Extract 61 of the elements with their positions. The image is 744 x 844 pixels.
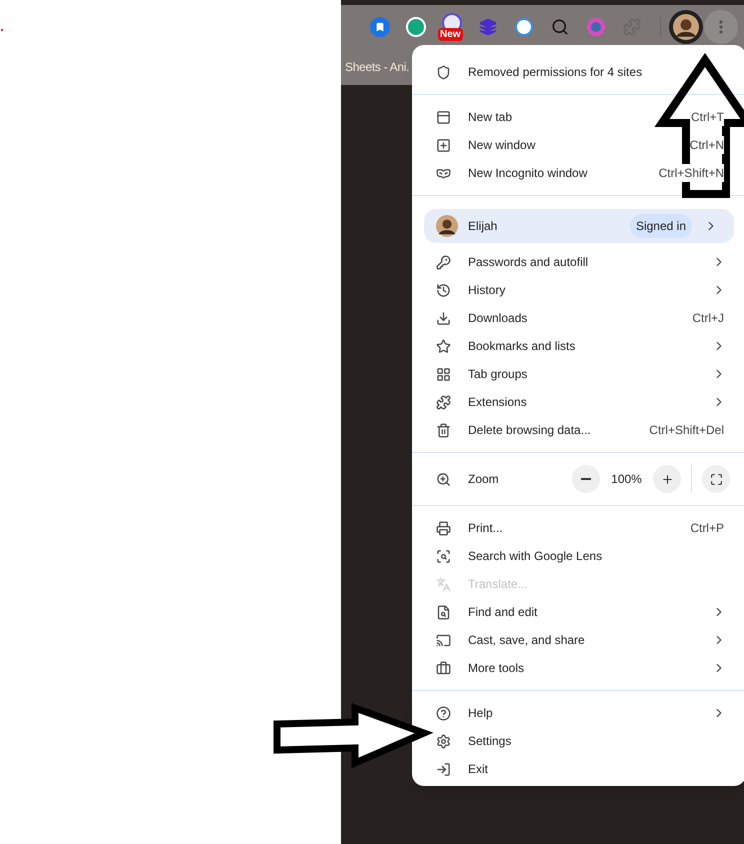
menu-item[interactable]: Extensions (432, 388, 744, 416)
menu-item[interactable]: Exit (432, 755, 744, 783)
grid-icon (436, 366, 451, 382)
menu-item[interactable]: New Incognito window Ctrl+Shift+N (432, 159, 744, 187)
menu-item[interactable]: Tab groups (432, 360, 744, 388)
zoom-label: Zoom (468, 471, 499, 488)
zoom-out-button[interactable] (572, 465, 600, 493)
menu-item[interactable]: Settings (432, 727, 744, 755)
color-ring-icon[interactable] (587, 18, 605, 36)
translate-icon (436, 576, 451, 592)
menu-item[interactable]: New tab Ctrl+T (432, 103, 744, 131)
menu-item[interactable]: Passwords and autofill (432, 248, 744, 276)
menu-item[interactable]: Find and edit (432, 598, 744, 626)
menu-item[interactable]: Cast, save, and share (432, 626, 744, 654)
new-badge: New (438, 28, 463, 40)
fullscreen-icon (710, 472, 722, 486)
bookmark-link[interactable]: Sheets - Ani. (345, 58, 410, 76)
briefcase-icon (436, 660, 451, 676)
menu-item[interactable]: Print... Ctrl+P (432, 514, 744, 542)
menu-item[interactable]: New window Ctrl+N (432, 131, 744, 159)
signed-in-status: Signed in (630, 214, 692, 238)
file-search-icon (436, 604, 451, 620)
cast-icon (436, 632, 451, 648)
minus-icon (581, 478, 591, 480)
trash-icon (436, 422, 451, 438)
window-plus-icon (436, 138, 451, 152)
grammar-icon[interactable] (406, 16, 426, 36)
shortcut-text: Ctrl+Shift+N (658, 164, 724, 182)
bookmark-icon[interactable] (370, 16, 390, 36)
menu-item[interactable]: Delete browsing data... Ctrl+Shift+Del (432, 416, 744, 444)
plus-icon (660, 472, 674, 486)
zoom-in-icon (436, 472, 451, 486)
shortcut-text: Ctrl+N (690, 136, 724, 154)
profile-name: Elijah (468, 218, 498, 235)
menu-item[interactable]: Downloads Ctrl+J (432, 304, 744, 332)
help-icon (436, 706, 451, 720)
download-icon (436, 310, 451, 326)
menu-item[interactable]: Removed permissions for 4 sites (432, 58, 744, 86)
zoom-level: 100% (610, 471, 643, 488)
menu-item[interactable]: History (432, 276, 744, 304)
scan-icon (436, 548, 451, 564)
menu-item[interactable]: Bookmarks and lists (432, 332, 744, 360)
zoom-in-button[interactable] (653, 465, 681, 493)
key-icon (436, 254, 451, 270)
profile-item[interactable]: Elijah Signed in (424, 209, 734, 243)
star-icon (436, 338, 451, 354)
more-icon (719, 20, 723, 34)
history-icon (436, 282, 451, 298)
menu-item[interactable]: Search with Google Lens (432, 542, 744, 570)
dot-mark (1, 29, 3, 31)
menu-item[interactable]: More tools (432, 654, 744, 682)
printer-icon (436, 520, 451, 536)
exit-icon (436, 762, 451, 776)
fullscreen-button[interactable] (702, 465, 730, 493)
menu-item[interactable]: Help (432, 699, 744, 727)
tab-icon (436, 110, 451, 124)
avatar-icon (436, 215, 458, 237)
settings-icon (436, 734, 451, 748)
shield-icon (436, 64, 451, 80)
puzzle-icon (436, 394, 451, 410)
profile-avatar-icon (673, 14, 699, 40)
